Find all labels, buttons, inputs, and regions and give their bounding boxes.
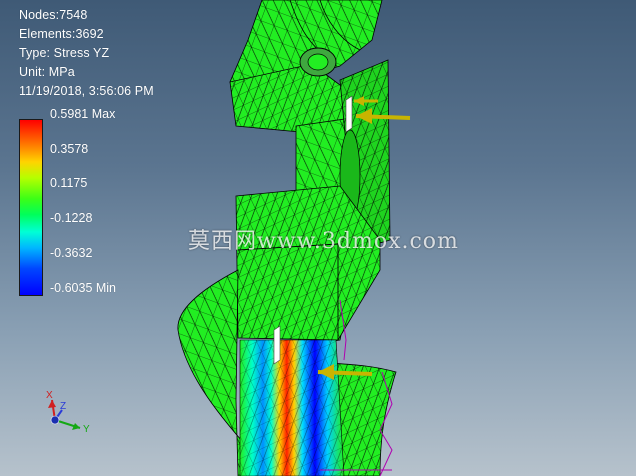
3d-viewport[interactable]: X Y Z Nodes:7548 Elements:3692 Type: Str… xyxy=(0,0,636,476)
legend-label-max: 0.5981 Max xyxy=(50,107,116,121)
triad-y-label: Y xyxy=(83,424,90,435)
info-unit: Unit: MPa xyxy=(19,65,75,79)
legend-label-4: -0.1228 xyxy=(50,211,93,225)
info-elements: Elements:3692 xyxy=(19,27,104,41)
legend-label-2: 0.3578 xyxy=(50,142,89,156)
stress-hotspot xyxy=(239,339,345,476)
info-nodes: Nodes:7548 xyxy=(19,8,88,22)
stress-color-legend xyxy=(19,119,43,296)
legend-label-5: -0.3632 xyxy=(50,246,93,260)
triad-z-label: Z xyxy=(60,401,66,412)
info-timestamp: 11/19/2018, 3:56:06 PM xyxy=(19,84,154,98)
triad-x-label: X xyxy=(46,390,53,401)
coordinate-triad: X Y Z xyxy=(46,390,90,435)
info-type: Type: Stress YZ xyxy=(19,46,110,60)
watermark: 莫西网www.3dmox.com xyxy=(188,229,459,254)
legend-label-3: 0.1175 xyxy=(50,176,88,190)
legend-label-min: -0.6035 Min xyxy=(50,281,117,295)
